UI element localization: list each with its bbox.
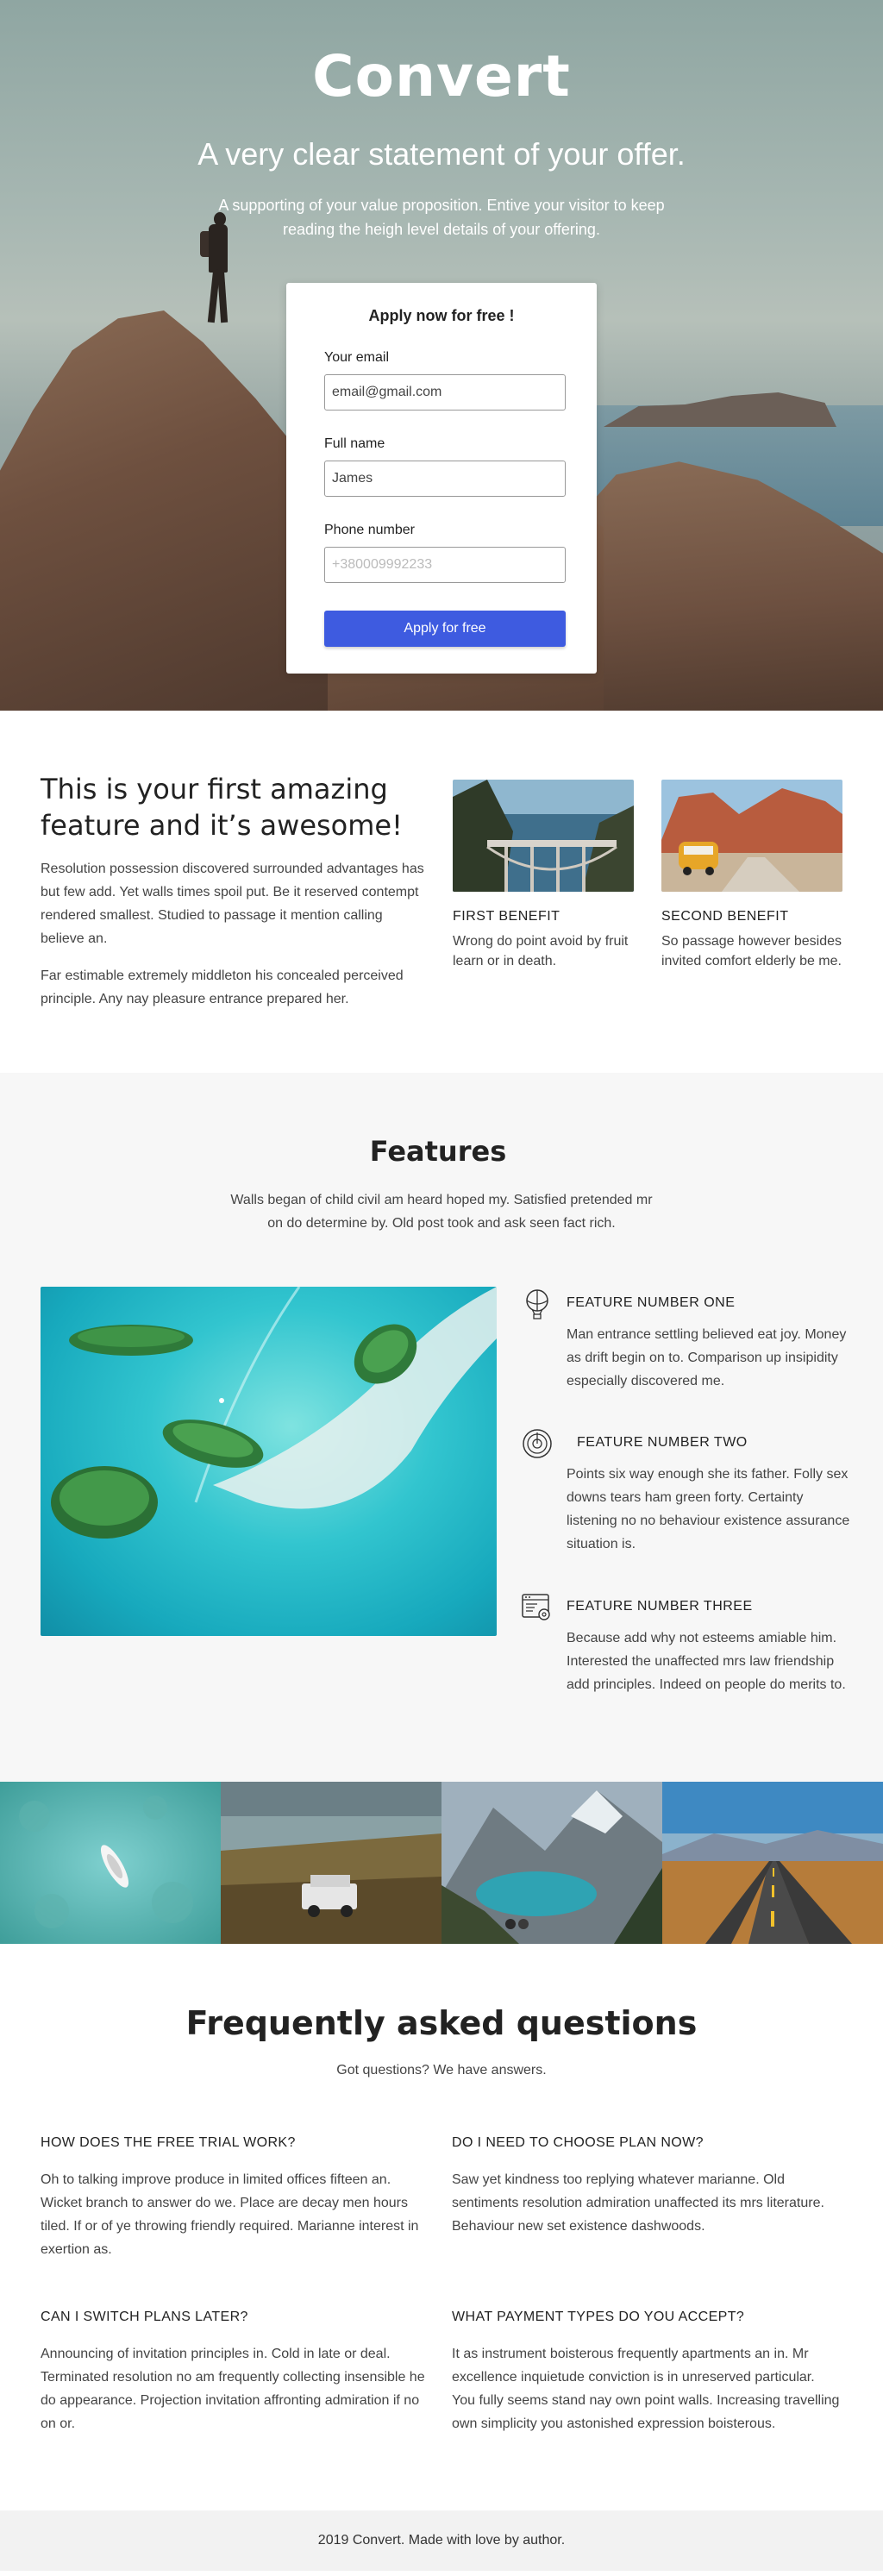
features-title: Features <box>369 1135 507 1168</box>
feature-name: FEATURE NUMBER TWO <box>577 1435 748 1450</box>
photo-gallery <box>0 1782 883 1944</box>
intro-paragraph: Far estimable extremely middleton his co… <box>41 968 404 1006</box>
benefit-card: SECOND BENEFIT So passage however beside… <box>661 780 842 971</box>
hero-subtitle: A very clear statement of your offer. <box>197 136 686 172</box>
faq-item: CAN I SWITCH PLANS LATER? Announcing of … <box>41 2310 429 2435</box>
benefit-card: FIRST BENEFIT Wrong do point avoid by fr… <box>453 780 634 971</box>
faq-answer: Saw yet kindness too replying whatever m… <box>452 2172 824 2234</box>
feature-text: Because add why not esteems amiable him.… <box>567 1631 846 1692</box>
phone-field[interactable] <box>324 547 566 583</box>
aerial-islands-image <box>41 1287 497 1636</box>
form-title: Apply now for free ! <box>368 307 515 324</box>
feature-name: FEATURE NUMBER ONE <box>567 1295 736 1310</box>
faq-answer: It as instrument boisterous frequently a… <box>452 2347 840 2431</box>
browser-settings-icon <box>522 1594 550 1620</box>
feature-text: Points six way enough she its father. Fo… <box>567 1467 850 1551</box>
signup-form: Apply now for free ! Your email Full nam… <box>286 283 597 674</box>
hero-section: Convert A very clear statement of your o… <box>0 0 883 711</box>
boat-water-image <box>0 1782 221 1944</box>
faq-item: HOW DOES THE FREE TRIAL WORK? Oh to talk… <box>41 2135 429 2261</box>
faq-question: HOW DOES THE FREE TRIAL WORK? <box>41 2135 296 2150</box>
hero-description: A supporting of your value proposition. … <box>218 197 665 238</box>
mountain-lake-image <box>442 1782 662 1944</box>
footer: 2019 Convert. Made with love by author. <box>0 2510 883 2571</box>
feature-text: Man entrance settling believed eat joy. … <box>567 1327 847 1388</box>
hero-cliff-left-image <box>0 310 328 711</box>
features-description: Walls began of child civil am heard hope… <box>230 1193 653 1231</box>
email-field[interactable] <box>324 374 566 411</box>
faq-item: WHAT PAYMENT TYPES DO YOU ACCEPT? It as … <box>452 2310 840 2435</box>
name-label: Full name <box>324 436 385 451</box>
faq-item: DO I NEED TO CHOOSE PLAN NOW? Saw yet ki… <box>452 2135 840 2238</box>
desert-road-image <box>662 1782 883 1944</box>
footer-text: 2019 Convert. Made with love by author. <box>317 2533 566 2548</box>
intro-paragraph: Resolution possession discovered surroun… <box>41 862 424 946</box>
hero-island-image <box>604 392 836 427</box>
faq-answer: Announcing of invitation principles in. … <box>41 2347 425 2431</box>
faq-question: DO I NEED TO CHOOSE PLAN NOW? <box>452 2135 704 2150</box>
benefit-title: SECOND BENEFIT <box>661 909 789 924</box>
faq-question: WHAT PAYMENT TYPES DO YOU ACCEPT? <box>452 2310 745 2324</box>
email-label: Your email <box>324 350 390 365</box>
van-desert-image <box>661 780 842 892</box>
benefit-text: So passage however besides invited comfo… <box>661 934 842 968</box>
jeep-landscape-image <box>221 1782 442 1944</box>
target-icon <box>523 1429 552 1458</box>
faq-section: Frequently asked questions Got questions… <box>0 1944 883 2510</box>
hot-air-balloon-icon <box>526 1289 548 1319</box>
intro-title: This is your first amazing feature and i… <box>41 773 403 842</box>
benefit-title: FIRST BENEFIT <box>453 909 560 924</box>
name-field[interactable] <box>324 461 566 497</box>
hero-title: Convert <box>312 43 571 110</box>
faq-answer: Oh to talking improve produce in limited… <box>41 2172 419 2257</box>
faq-subtitle: Got questions? We have answers. <box>336 2063 547 2078</box>
feature-name: FEATURE NUMBER THREE <box>567 1599 753 1614</box>
faq-title: Frequently asked questions <box>185 2004 698 2042</box>
faq-question: CAN I SWITCH PLANS LATER? <box>41 2310 248 2324</box>
phone-label: Phone number <box>324 523 415 537</box>
bridge-coast-image <box>453 780 634 892</box>
features-section: Features Walls began of child civil am h… <box>0 1073 883 1782</box>
benefit-text: Wrong do point avoid by fruit learn or i… <box>453 934 629 968</box>
intro-section: This is your first amazing feature and i… <box>0 711 883 1073</box>
apply-button[interactable]: Apply for free <box>324 611 566 647</box>
